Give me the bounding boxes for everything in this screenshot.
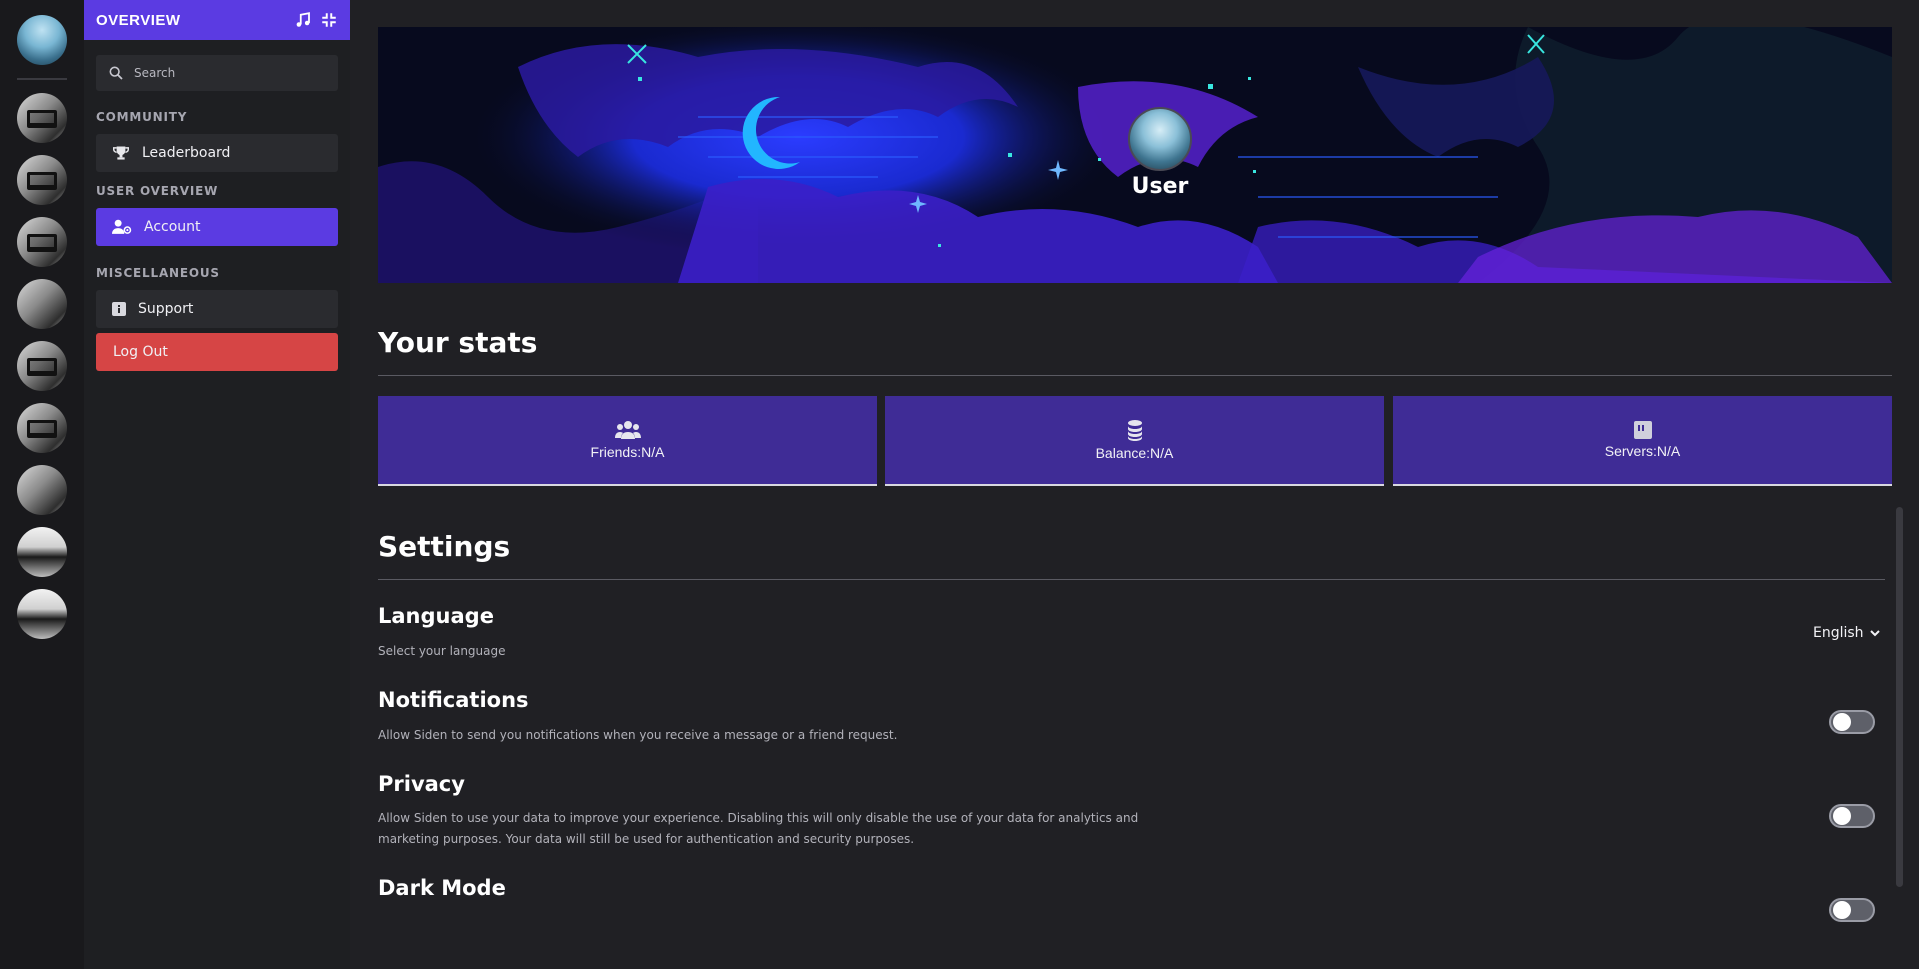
server-icon[interactable] <box>17 403 67 453</box>
search-box[interactable] <box>96 55 338 91</box>
stats-divider <box>378 375 1892 376</box>
stat-friends-label: Friends:N/A <box>590 444 665 460</box>
setting-language-title: Language <box>378 604 494 628</box>
server-icon[interactable] <box>17 527 67 577</box>
server-icon[interactable] <box>17 589 67 639</box>
server-rack-icon <box>1633 421 1652 439</box>
stat-card-servers: Servers:N/A <box>1393 396 1892 486</box>
server-rail <box>0 0 84 969</box>
info-icon <box>112 302 126 316</box>
stats-heading: Your stats <box>378 326 538 359</box>
user-cog-icon <box>112 219 132 234</box>
sidebar: OVERVIEW COMMUNITY Leaderboard USER OVER… <box>84 0 350 969</box>
setting-dark-mode-title: Dark Mode <box>378 876 506 900</box>
search-icon <box>109 66 123 80</box>
trophy-icon <box>113 146 129 160</box>
server-icon[interactable] <box>17 93 67 143</box>
logout-label: Log Out <box>113 344 168 360</box>
sidebar-item-label: Leaderboard <box>142 145 231 161</box>
privacy-toggle[interactable] <box>1829 804 1875 828</box>
setting-privacy-desc: Allow Siden to use your data to improve … <box>378 811 1139 846</box>
setting-notifications-title: Notifications <box>378 688 529 712</box>
sidebar-item-label: Support <box>138 301 194 317</box>
users-icon <box>614 421 641 439</box>
sidebar-item-label: Account <box>144 219 201 235</box>
sidebar-item-support[interactable]: Support <box>96 290 338 328</box>
toggle-knob <box>1833 713 1851 731</box>
language-value: English <box>1813 625 1864 641</box>
setting-language-desc: Select your language <box>378 644 506 658</box>
sidebar-item-leaderboard[interactable]: Leaderboard <box>96 134 338 172</box>
server-icon[interactable] <box>17 279 67 329</box>
settings-divider <box>378 579 1885 580</box>
language-select[interactable]: English <box>1813 625 1880 641</box>
profile-username: User <box>1131 174 1189 199</box>
sidebar-item-account[interactable]: Account <box>96 208 338 246</box>
coins-icon <box>1127 420 1142 441</box>
dark-mode-toggle[interactable] <box>1829 898 1875 922</box>
stat-card-balance: Balance:N/A <box>885 396 1384 486</box>
home-server-avatar[interactable] <box>17 15 67 65</box>
setting-privacy-title: Privacy <box>378 772 465 796</box>
sidebar-title: OVERVIEW <box>96 11 181 29</box>
main-content: User Your stats Friends:N/A Balance:N/A … <box>350 0 1919 969</box>
logout-button[interactable]: Log Out <box>96 333 338 371</box>
settings-scrollbar[interactable] <box>1896 507 1903 887</box>
server-icon[interactable] <box>17 465 67 515</box>
search-input[interactable] <box>134 66 314 80</box>
notifications-toggle[interactable] <box>1829 710 1875 734</box>
stat-balance-label: Balance:N/A <box>1095 445 1174 461</box>
profile-avatar[interactable] <box>1128 107 1192 171</box>
chevron-down-icon <box>1869 630 1880 637</box>
toggle-knob <box>1833 901 1851 919</box>
server-icon[interactable] <box>17 155 67 205</box>
compress-icon[interactable] <box>320 11 338 29</box>
profile-banner: User <box>378 27 1892 283</box>
section-user-overview: USER OVERVIEW <box>96 184 219 198</box>
rail-divider <box>17 78 67 80</box>
server-icon[interactable] <box>17 217 67 267</box>
section-miscellaneous: MISCELLANEOUS <box>96 266 220 280</box>
server-icon[interactable] <box>17 341 67 391</box>
sidebar-header: OVERVIEW <box>84 0 350 40</box>
settings-heading: Settings <box>378 530 511 563</box>
music-note-icon[interactable] <box>294 11 312 29</box>
setting-notifications-desc: Allow Siden to send you notifications wh… <box>378 728 898 742</box>
stat-card-friends: Friends:N/A <box>378 396 877 486</box>
stat-servers-label: Servers:N/A <box>1604 443 1681 459</box>
toggle-knob <box>1833 807 1851 825</box>
section-community: COMMUNITY <box>96 110 188 124</box>
